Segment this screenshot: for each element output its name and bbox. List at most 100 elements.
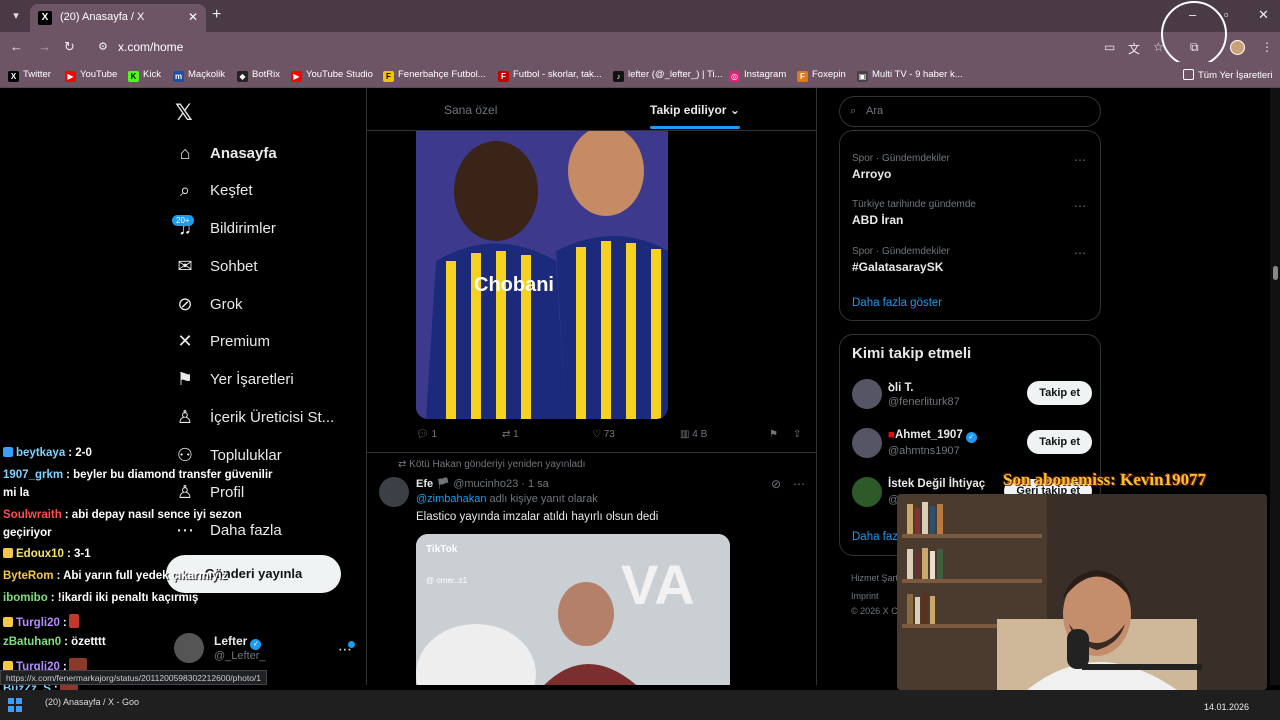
maximize-icon[interactable]: ▫ [1224,7,1229,22]
reply-context: @zimbahakan adlı kişiye yanıt olarak [416,493,598,505]
video-thumbnail: VA [416,534,730,685]
bookmark-item[interactable]: ▶ YouTube Studio [291,69,373,82]
post-time[interactable]: · 1 sa [521,478,549,490]
follow-suggestion[interactable]: ■Ahmet_1907 ✓ @ahmtns1907 Takip et [852,428,1092,460]
notification-badge: 20+ [172,215,194,226]
trend-item[interactable]: Spor · Gündemdekiler #GalatasaraySK [852,246,950,274]
bookmark-item[interactable]: X Twitter [8,69,51,82]
scrollbar-thumb[interactable] [1273,266,1278,280]
account-handle: @_Lefter_ [214,650,266,662]
reload-icon[interactable]: ↻ [64,39,75,55]
show-more-link[interactable]: Daha faz [852,531,898,543]
heart-icon: ♡ [592,429,601,440]
taskbar-chrome-window[interactable]: (20) Anasayfa / X - Goo [45,697,139,707]
author-handle[interactable]: @mucinho23 [453,478,518,490]
bookmark-item[interactable]: ♪ lefter (@_lefter_) | Ti... [613,69,722,82]
profile-avatar-icon[interactable] [1230,40,1245,55]
follow-button[interactable]: Takip et [1027,430,1092,454]
bookmark-item[interactable]: ◎ Instagram [729,69,786,82]
link-preview-status: https://x.com/fenermarkajorg/status/2011… [0,670,268,685]
forward-icon[interactable]: → [38,39,51,54]
translate-icon[interactable]: 文 [1128,40,1140,57]
avatar[interactable] [379,477,409,507]
page-scrollbar[interactable] [1270,88,1280,685]
post-image[interactable]: Chobani [416,131,668,419]
verified-icon: ✓ [250,639,262,650]
footer-link[interactable]: Imprint [851,591,879,601]
mention-link[interactable]: @zimbahakan [416,493,486,505]
verified-icon: ✓ [965,432,977,443]
x-logo-icon[interactable]: 𝕏 [175,100,193,126]
bookmark-item[interactable]: F Foxepin [797,69,846,82]
bookmark-item[interactable]: ◆ BotRix [237,69,280,82]
trend-item[interactable]: Spor · Gündemdekiler Arroyo [852,153,950,181]
cast-icon[interactable]: ▭ [1104,40,1115,54]
avatar [852,379,882,409]
chat-message: beytkaya: 2-0 [3,447,92,459]
follow-suggestion[interactable]: ꝺli T. @fenerliturk87 Takip et [852,379,1092,411]
webcam-scene [897,494,1267,690]
like-button[interactable]: ♡ 73 [592,429,615,440]
bookmark-item[interactable]: ▶ YouTube [65,69,117,82]
bookmark-icon: ⚑ [176,369,194,389]
all-bookmarks[interactable]: Tüm Yer İşaretleri [1183,69,1272,81]
search-input[interactable]: ⌕ Ara [839,96,1101,127]
footer-link[interactable]: Hizmet Şart [851,573,898,583]
reply-icon: 💬︎ [416,429,429,440]
suggestion-name: İstek Değil İhtiyaç [888,478,986,490]
more-icon[interactable]: ⋯ [1074,246,1086,260]
show-more-link[interactable]: Daha fazla göster [852,297,942,309]
reply-button[interactable]: 💬︎ 1 [416,429,437,440]
search-icon: ⌕ [179,180,191,200]
browser-tab-active[interactable]: X (20) Anasayfa / X ✕ [30,4,206,32]
follow-button[interactable]: Takip et [1027,381,1092,405]
more-icon[interactable]: ⋯ [793,477,805,491]
chat-user: Turgli20 [16,617,60,629]
bookmark-item[interactable]: F Futbol - skorlar, tak... [498,69,602,82]
active-tab-indicator [650,126,740,129]
tab-following[interactable]: Takip ediliyor ⌄ [650,103,740,117]
bookmark-item[interactable]: ▣ Multi TV - 9 haber k... [857,69,963,82]
post-media[interactable]: VA TikTok @ omer..z1 [416,534,730,685]
chat-user: Edoux10 [16,548,64,560]
image-sponsor-text: Chobani [474,274,554,296]
multitv-icon: ▣ [857,71,868,82]
x-icon: ✕ [177,331,193,351]
tab-search-icon[interactable]: ▾ [6,6,26,26]
post-divider [367,452,816,453]
bookmark-item[interactable]: F Fenerbahçe Futbol... [383,69,486,82]
back-icon[interactable]: ← [10,39,23,54]
tiktok-logo-icon: TikTok [426,544,458,555]
trend-item[interactable]: Türkiye tarihinde gündemde ABD İran [852,199,976,227]
repost-button[interactable]: ⇄ 1 [502,429,519,440]
x-icon: X [8,71,19,82]
address-bar[interactable]: ⚙ x.com/home [88,36,1168,58]
grok-icon: ⊘ [177,294,193,314]
share-icon[interactable]: ⇪ [793,429,801,440]
trend-name: ABD İran [852,213,904,227]
chat-message-cont: mi la [3,487,30,499]
more-icon[interactable]: ⋯ [1074,199,1086,213]
chat-badge-icon [3,548,13,558]
chevron-down-icon: ⌄ [729,103,740,117]
windows-start-icon[interactable] [8,698,22,712]
more-icon[interactable]: ⋯ [1074,153,1086,167]
trend-name: #GalatasaraySK [852,260,944,274]
chat-emote-icon [68,614,79,628]
bookmark-item[interactable]: m Maçkolik [173,69,225,82]
nav-label: İçerik Üreticisi St... [210,409,335,426]
bookmark-item[interactable]: K Kick [128,69,161,82]
botrix-icon: ◆ [237,71,248,82]
browser-menu-icon[interactable]: ⋮ [1261,40,1273,54]
grok-icon[interactable]: ⊘ [771,477,781,491]
taskbar-date: 14.01.2026 [1204,702,1250,712]
site-info-icon[interactable]: ⚙ [98,40,108,53]
unread-dot [348,641,355,648]
window-close-icon[interactable]: ✕ [1258,7,1269,23]
tab-for-you[interactable]: Sana özel [444,103,497,117]
author-name[interactable]: Efe [416,478,433,490]
tab-close-icon[interactable]: ✕ [188,10,198,24]
bookmark-icon[interactable]: ⚑ [769,429,778,440]
views-button[interactable]: ▥ 4 B [680,429,707,440]
new-tab-icon[interactable]: + [212,6,221,24]
